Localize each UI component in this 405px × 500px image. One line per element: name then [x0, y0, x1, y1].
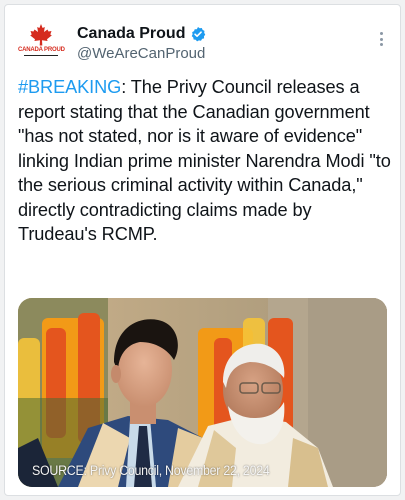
tweet-image[interactable]: SOURCE: Privy Council, November 22, 2024	[18, 298, 387, 487]
hashtag-link[interactable]: #BREAKING	[18, 77, 121, 97]
name-row: Canada Proud	[77, 24, 206, 44]
account-handle[interactable]: @WeAreCanProud	[77, 45, 205, 62]
photo-illustration	[18, 298, 387, 487]
avatar-brand-text: CANADA PROUD	[18, 47, 65, 53]
maple-leaf-icon	[30, 24, 52, 46]
display-name[interactable]: Canada Proud	[77, 25, 185, 43]
verified-badge-icon	[192, 27, 206, 42]
image-source-caption: SOURCE: Privy Council, November 22, 2024	[32, 463, 270, 478]
tweet-card[interactable]: CANADA PROUD Canada Proud @WeAreCanProud…	[4, 4, 401, 496]
avatar[interactable]: CANADA PROUD	[18, 21, 65, 67]
more-options-icon[interactable]	[380, 32, 384, 48]
tweet-text: #BREAKING: The Privy Council releases a …	[18, 75, 393, 247]
tweet-body: : The Privy Council releases a report st…	[18, 77, 391, 244]
avatar-underline	[24, 55, 58, 56]
